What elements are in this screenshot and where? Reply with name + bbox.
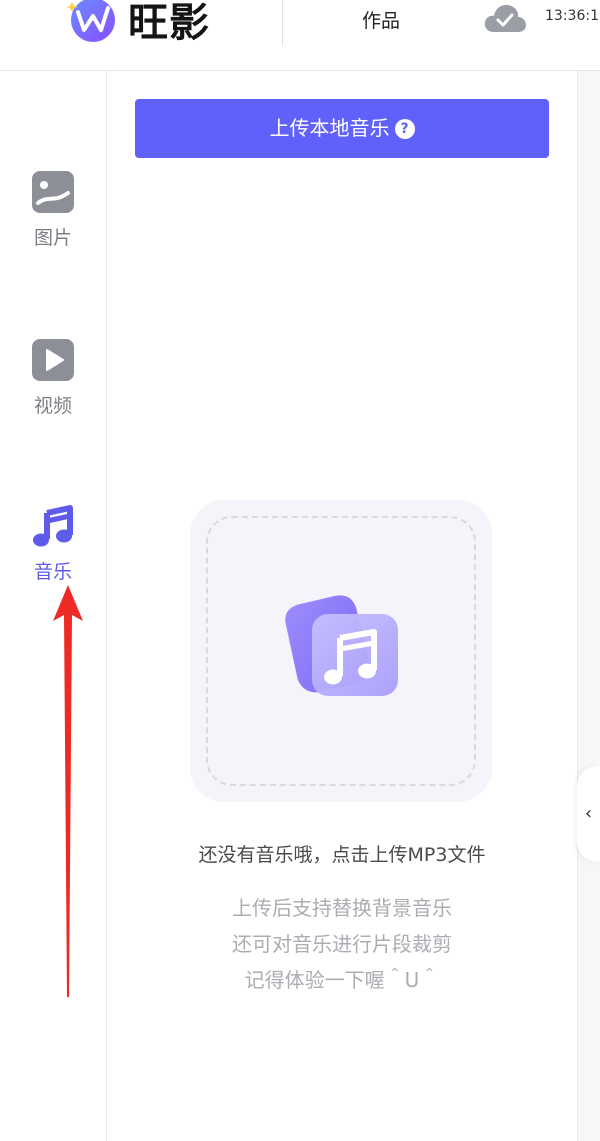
brand-name: 旺影 bbox=[128, 0, 210, 46]
brand-logo-icon bbox=[66, 0, 115, 42]
empty-state-hint-3: 记得体验一下喔＾U＾ bbox=[244, 968, 440, 992]
annotation-arrow-icon bbox=[53, 585, 83, 997]
upload-button-label: 上传本地音乐 bbox=[269, 116, 390, 140]
help-icon[interactable]: ? bbox=[394, 118, 415, 139]
sidebar-item-label: 图片 bbox=[33, 227, 72, 249]
header-divider bbox=[282, 0, 283, 46]
sidebar-item-label: 音乐 bbox=[33, 561, 72, 583]
music-note-icon bbox=[33, 505, 73, 547]
video-play-icon bbox=[32, 339, 74, 381]
nav-works-link[interactable]: 作品 bbox=[362, 6, 400, 33]
sidebar-item-music[interactable]: 音乐 bbox=[0, 503, 106, 584]
sidebar-item-images[interactable]: 图片 bbox=[0, 169, 106, 250]
top-bar: 旺影 作品 13:36:1 bbox=[0, 0, 600, 71]
empty-state-hint-1: 上传后支持替换背景音乐 bbox=[232, 896, 452, 920]
music-album-icon bbox=[285, 595, 398, 696]
image-icon bbox=[32, 171, 74, 213]
cloud-saved-icon[interactable] bbox=[483, 0, 527, 36]
sidebar-item-videos[interactable]: 视频 bbox=[0, 337, 106, 418]
sidebar-item-label: 视频 bbox=[33, 395, 72, 417]
empty-state-hint-2: 还可对音乐进行片段裁剪 bbox=[232, 932, 452, 956]
clock-text: 13:36:1 bbox=[545, 8, 599, 24]
chevron-left-icon: ‹ bbox=[584, 803, 593, 824]
empty-state-dropzone[interactable] bbox=[190, 500, 492, 802]
upload-local-music-button[interactable]: 上传本地音乐? bbox=[135, 99, 549, 158]
empty-state-title: 还没有音乐哦，点击上传MP3文件 bbox=[198, 844, 486, 866]
canvas-edge bbox=[577, 71, 600, 1141]
collapse-panel-button[interactable]: ‹ bbox=[577, 766, 600, 862]
